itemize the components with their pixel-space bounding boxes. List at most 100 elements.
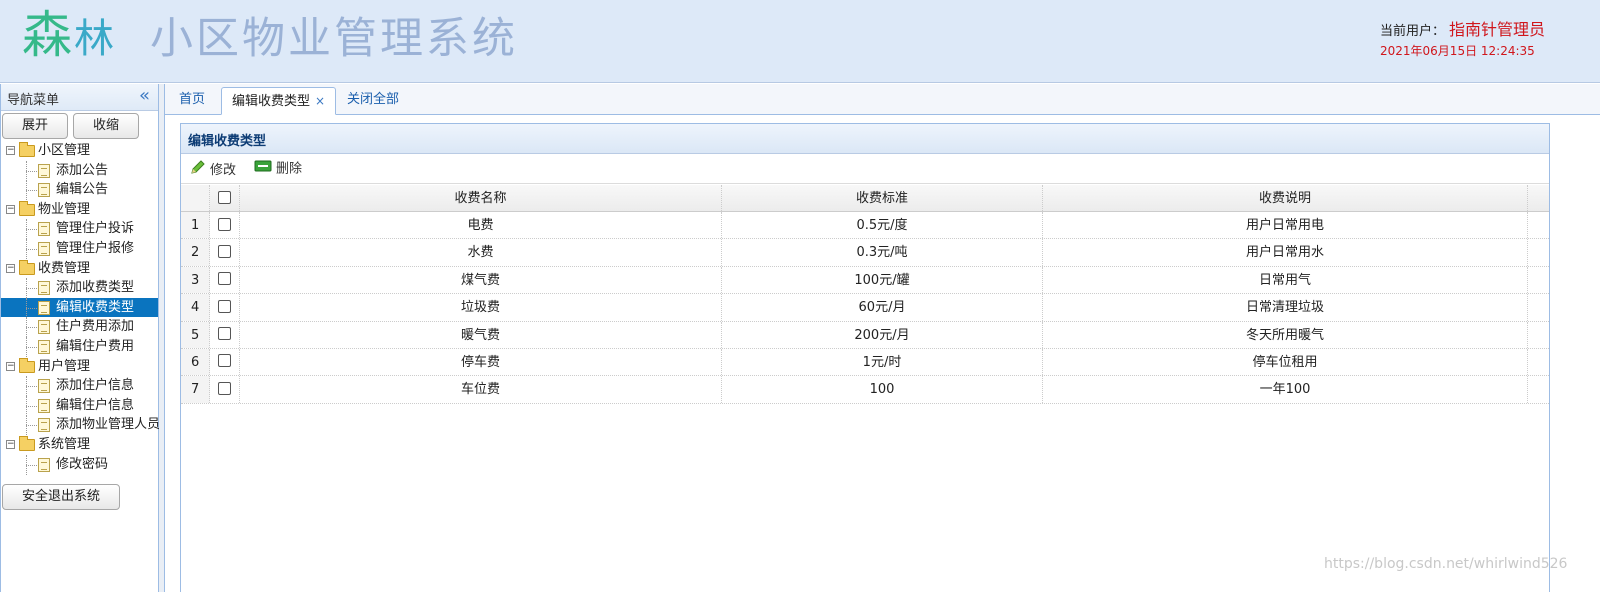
tree-item[interactable]: 添加公告	[1, 160, 158, 181]
row-number: 4	[181, 294, 210, 321]
tree-item[interactable]: 编辑公告	[1, 180, 158, 201]
tree-item[interactable]: 管理住户投诉	[1, 219, 158, 240]
column-header-standard[interactable]: 收费标准	[722, 185, 1043, 211]
cell-desc: 日常用气	[1043, 266, 1528, 294]
row-checkbox[interactable]	[218, 327, 231, 341]
tab-edit-fee-type[interactable]: 编辑收费类型 ×	[221, 87, 337, 115]
cell-desc: 日常清理垃圾	[1043, 294, 1528, 321]
tree-item[interactable]: 编辑住户费用	[1, 336, 158, 357]
row-select-cell	[210, 321, 240, 348]
tree-item[interactable]: 添加住户信息	[1, 376, 158, 397]
tree-group[interactable]: − 小区管理	[1, 141, 158, 161]
tab-home[interactable]: 首页	[169, 87, 215, 115]
row-number: 5	[181, 321, 210, 348]
collapse-toggle-icon[interactable]: −	[6, 263, 15, 273]
tree-item[interactable]: 修改密码	[1, 454, 158, 475]
tree-item[interactable]: 添加收费类型	[1, 278, 158, 299]
cell-standard: 100元/罐	[722, 266, 1043, 294]
row-checkbox[interactable]	[218, 217, 231, 231]
collapse-button[interactable]: 收缩	[73, 113, 139, 139]
collapse-toggle-icon[interactable]: −	[6, 439, 15, 449]
sidebar-splitter[interactable]	[159, 84, 165, 592]
file-icon	[38, 418, 50, 433]
cell-desc: 一年100	[1043, 376, 1528, 403]
file-icon	[38, 222, 50, 237]
cell-desc: 用户日常用水	[1043, 239, 1528, 266]
tree-item[interactable]: 添加物业管理人员	[1, 415, 160, 436]
tree-item-label: 编辑收费类型	[56, 299, 135, 315]
tree-group[interactable]: − 系统管理	[1, 435, 158, 455]
tree-item-label: 管理住户报修	[56, 240, 135, 256]
logout-button[interactable]: 安全退出系统	[2, 484, 120, 511]
rownum-header	[181, 185, 210, 211]
row-select-cell	[210, 212, 240, 239]
row-select-cell	[210, 239, 240, 266]
table-row[interactable]: 2 水费 0.3元/吨 用户日常用水	[181, 239, 1549, 267]
select-all-checkbox[interactable]	[218, 190, 231, 204]
collapse-toggle-icon[interactable]: −	[6, 204, 15, 214]
nav-sidebar: 导航菜单 « 展开 收缩 − 小区管理 添加公告 编辑公告 − 物业管理 管理住户投诉 管理住…	[0, 84, 160, 592]
row-select-cell	[210, 348, 240, 376]
cell-name: 煤气费	[240, 266, 722, 294]
cell-standard: 200元/月	[722, 321, 1043, 348]
edit-label: 修改	[210, 163, 237, 178]
tree-group[interactable]: − 物业管理	[1, 200, 158, 220]
select-all-cell	[210, 185, 240, 211]
row-checkbox[interactable]	[218, 244, 231, 258]
user-info: 当前用户： 指南针管理员 2021年06月15日 12:24:35	[1380, 20, 1545, 59]
logo-sen: 森	[22, 6, 74, 64]
logo-lin: 林	[74, 16, 116, 62]
tree-item-label: 管理住户投诉	[56, 221, 135, 237]
collapse-toggle-icon[interactable]: −	[6, 146, 15, 155]
tree-group-label: 系统管理	[38, 436, 91, 452]
tree-item-label: 添加收费类型	[56, 280, 135, 296]
cell-name: 停车费	[240, 348, 722, 376]
table-row[interactable]: 1 电费 0.5元/度 用户日常用电	[181, 212, 1549, 240]
app-title: 小区物业管理系统	[150, 14, 518, 64]
expand-button[interactable]: 展开	[2, 113, 68, 139]
column-header-desc[interactable]: 收费说明	[1043, 185, 1528, 211]
file-icon	[38, 398, 50, 413]
row-checkbox[interactable]	[218, 272, 231, 286]
tab-close-all[interactable]: 关闭全部	[337, 87, 409, 115]
row-select-cell	[210, 376, 240, 403]
table-row[interactable]: 7 车位费 100 一年100	[181, 376, 1549, 404]
grid-header: 收费名称 收费标准 收费说明	[181, 185, 1549, 212]
column-header-name[interactable]: 收费名称	[240, 185, 722, 211]
table-row[interactable]: 5 暖气费 200元/月 冬天所用暖气	[181, 321, 1549, 349]
tree-item[interactable]: 住户费用添加	[1, 317, 158, 338]
delete-icon	[254, 159, 272, 179]
cell-name: 暖气费	[240, 321, 722, 348]
table-row[interactable]: 3 煤气费 100元/罐 日常用气	[181, 266, 1549, 295]
row-checkbox[interactable]	[218, 354, 231, 368]
folder-icon	[19, 435, 35, 451]
grid-body: 1 电费 0.5元/度 用户日常用电 2 水费 0.3元/吨 用户日常用水 3 煤气费 100元/罐…	[181, 212, 1549, 404]
file-icon	[38, 339, 50, 354]
file-icon	[38, 457, 50, 472]
file-icon	[38, 281, 50, 296]
cell-standard: 0.3元/吨	[722, 239, 1043, 266]
tree-group-label: 收费管理	[38, 260, 91, 276]
row-checkbox[interactable]	[218, 299, 231, 313]
sidebar-header: 导航菜单 «	[1, 84, 158, 111]
folder-icon	[19, 357, 35, 373]
tree-group[interactable]: − 收费管理	[1, 259, 158, 279]
cell-desc: 冬天所用暖气	[1043, 321, 1528, 348]
cell-standard: 100	[722, 376, 1043, 403]
cell-desc: 用户日常用电	[1043, 212, 1528, 239]
tree-item[interactable]: 管理住户报修	[1, 238, 158, 259]
datetime: 2021年06月15日 12:24:35	[1380, 44, 1535, 58]
edit-button[interactable]: 修改	[190, 159, 236, 179]
collapse-icon[interactable]: «	[139, 85, 150, 106]
close-icon[interactable]: ×	[315, 94, 325, 108]
row-checkbox[interactable]	[218, 381, 231, 395]
table-row[interactable]: 4 垃圾费 60元/月 日常清理垃圾	[181, 294, 1549, 322]
tree-group[interactable]: − 用户管理	[1, 357, 158, 377]
table-row[interactable]: 6 停车费 1元/时 停车位租用	[181, 348, 1549, 377]
tab-label: 编辑收费类型	[232, 94, 311, 109]
delete-button[interactable]: 删除	[254, 159, 302, 179]
tree-item-label: 编辑公告	[56, 182, 109, 198]
collapse-toggle-icon[interactable]: −	[6, 361, 15, 371]
tree-item[interactable]: 编辑住户信息	[1, 395, 158, 416]
tree-item[interactable]: 编辑收费类型	[1, 297, 158, 318]
